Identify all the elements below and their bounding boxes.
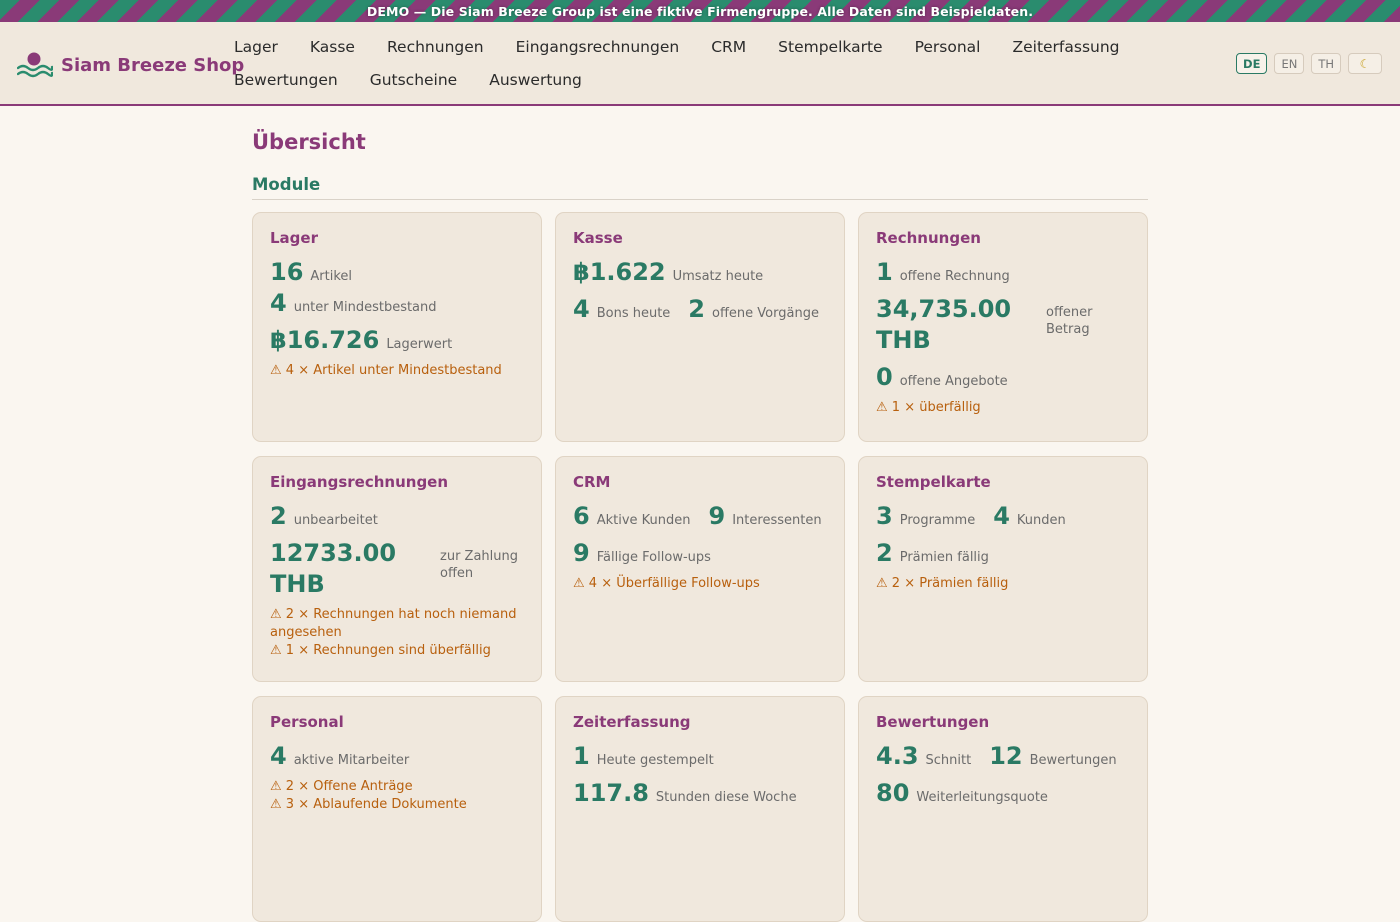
stat-label: offene Vorgänge <box>712 306 819 321</box>
card-bewertungen[interactable]: Bewertungen 4.3 Schnitt 12 Bewertungen 80 W… <box>858 696 1148 922</box>
warning-text: ⚠ 1 × Rechnungen sind überfällig <box>270 643 491 658</box>
card-lager[interactable]: Lager 16 Artikel 4 unter Mindestbestand ฿1… <box>252 212 542 442</box>
stat-label: Weiterleitungsquote <box>916 790 1048 805</box>
card-title: Kasse <box>573 229 623 247</box>
nav-eingangsrechnungen[interactable]: Eingangsrechnungen <box>500 31 696 64</box>
stat-value: 80 <box>876 779 910 807</box>
card-personal[interactable]: Personal 4 aktive Mitarbeiter ⚠ 2 × Offen… <box>252 696 542 922</box>
stat-value: 2 <box>688 295 705 323</box>
nav-kasse[interactable]: Kasse <box>294 31 371 64</box>
stat-value: 3 <box>876 502 893 530</box>
stat-label: Kunden <box>1016 513 1066 528</box>
card-crm[interactable]: CRM 6 Aktive Kunden 9 Interessenten 9 Fälli… <box>555 456 845 682</box>
wave-sun-logo-icon <box>17 52 53 78</box>
stat-value: 4 <box>993 502 1010 530</box>
stat-label: Interessenten <box>732 513 822 528</box>
brand-name: Siam Breeze Shop <box>61 54 245 76</box>
nav-lager[interactable]: Lager <box>218 31 294 64</box>
card-stempelkarte[interactable]: Stempelkarte 3 Programme 4 Kunden 2 Prämien… <box>858 456 1148 682</box>
moon-icon: ☾ <box>1359 56 1371 71</box>
lang-en-button[interactable]: EN <box>1274 53 1305 74</box>
stat-label: zur Zahlung offen <box>440 549 518 581</box>
card-eingangsrechnungen[interactable]: Eingangsrechnungen 2 unbearbeitet 12733.0… <box>252 456 542 682</box>
stat-value: 12 <box>989 742 1023 770</box>
card-kasse[interactable]: Kasse ฿1.622 Umsatz heute 4 Bons heute 2 of… <box>555 212 845 442</box>
card-title: Stempelkarte <box>876 473 991 491</box>
nav-gutscheine[interactable]: Gutscheine <box>354 64 474 97</box>
nav-zeiterfassung[interactable]: Zeiterfassung <box>996 31 1135 64</box>
section-title: Module <box>252 175 1148 200</box>
stat-value: 4 <box>573 295 590 323</box>
top-header: Siam Breeze Shop Lager Kasse Rechnungen … <box>0 22 1400 106</box>
stat-label: aktive Mitarbeiter <box>293 753 410 768</box>
warning-text: ⚠ 4 × Überfällige Follow-ups <box>573 576 760 591</box>
stat-label: Lagerwert <box>386 337 453 352</box>
nav-bewertungen[interactable]: Bewertungen <box>218 64 354 97</box>
stat-value: 6 <box>573 502 590 530</box>
language-switcher: DE EN TH ☾ <box>1236 53 1382 74</box>
stat-label: Artikel <box>310 269 353 284</box>
nav-personal[interactable]: Personal <box>899 31 997 64</box>
card-title: Zeiterfassung <box>573 713 691 731</box>
lang-de-button[interactable]: DE <box>1236 53 1268 74</box>
stat-label: Schnitt <box>925 753 972 768</box>
stat-value: 12733.00 THB <box>270 539 397 598</box>
card-title: Bewertungen <box>876 713 990 731</box>
brand-link[interactable]: Siam Breeze Shop <box>17 51 244 79</box>
warning-text: ⚠ 2 × Offene Anträge <box>270 779 413 794</box>
stat-label: unter Mindestbestand <box>293 300 437 315</box>
stat-value: 2 <box>876 539 893 567</box>
theme-toggle-button[interactable]: ☾ <box>1348 53 1382 74</box>
stat-label: Aktive Kunden <box>596 513 691 528</box>
stat-label: Prämien fällig <box>899 550 989 565</box>
stat-value: 4 <box>270 289 287 317</box>
stat-value: 1 <box>876 258 893 286</box>
stat-value: ฿1.622 <box>573 258 666 286</box>
card-title: Eingangsrechnungen <box>270 473 449 491</box>
stat-label: offene Rechnung <box>899 269 1010 284</box>
module-grid: Lager 16 Artikel 4 unter Mindestbestand ฿1… <box>252 212 1148 922</box>
warning-text: ⚠ 2 × Rechnungen hat noch niemand angese… <box>270 607 517 640</box>
stat-value: 9 <box>708 502 726 530</box>
stat-label: Stunden diese Woche <box>655 790 797 805</box>
warning-text: ⚠ 1 × überfällig <box>876 400 981 415</box>
stat-value: 34,735.00 THB <box>876 295 1012 354</box>
nav-rechnungen[interactable]: Rechnungen <box>371 31 500 64</box>
stat-value: ฿16.726 <box>270 326 380 354</box>
warning-text: ⚠ 4 × Artikel unter Mindestbestand <box>270 363 502 378</box>
stat-value: 1 <box>573 742 590 770</box>
main-nav: Lager Kasse Rechnungen Eingangsrechnunge… <box>218 31 1208 97</box>
stat-label: Programme <box>899 513 976 528</box>
stat-value: 16 <box>270 258 304 286</box>
page-title: Übersicht <box>252 130 366 154</box>
card-rechnungen[interactable]: Rechnungen 1 offene Rechnung 34,735.00 TH… <box>858 212 1148 442</box>
stat-value: 0 <box>876 363 893 391</box>
nav-stempelkarte[interactable]: Stempelkarte <box>762 31 898 64</box>
stat-label: Heute gestempelt <box>596 753 714 768</box>
card-title: Rechnungen <box>876 229 981 247</box>
stat-label: offener Betrag <box>1046 305 1093 337</box>
stat-label: Bons heute <box>596 306 671 321</box>
main-content: Übersicht Module Lager 16 Artikel 4 unter … <box>252 106 1148 922</box>
demo-banner: DEMO — Die Siam Breeze Group ist eine fi… <box>0 0 1400 22</box>
stat-label: offene Angebote <box>899 374 1008 389</box>
stat-value: 9 <box>573 539 590 567</box>
stat-value: 4 <box>270 742 287 770</box>
warning-text: ⚠ 2 × Prämien fällig <box>876 576 1009 591</box>
stat-label: unbearbeitet <box>293 513 378 528</box>
stat-label: Bewertungen <box>1029 753 1117 768</box>
card-title: Personal <box>270 713 344 731</box>
warning-text: ⚠ 3 × Ablaufende Dokumente <box>270 797 467 812</box>
nav-auswertung[interactable]: Auswertung <box>473 64 598 97</box>
stat-label: Fällige Follow-ups <box>596 550 711 565</box>
card-zeiterfassung[interactable]: Zeiterfassung 1 Heute gestempelt 117.8 Stu… <box>555 696 845 922</box>
card-title: CRM <box>573 473 611 491</box>
card-title: Lager <box>270 229 318 247</box>
nav-crm[interactable]: CRM <box>695 31 762 64</box>
stat-value: 4.3 <box>876 742 919 770</box>
lang-th-button[interactable]: TH <box>1311 53 1341 74</box>
stat-value: 117.8 <box>573 779 649 807</box>
stat-label: Umsatz heute <box>672 269 764 284</box>
stat-value: 2 <box>270 502 287 530</box>
